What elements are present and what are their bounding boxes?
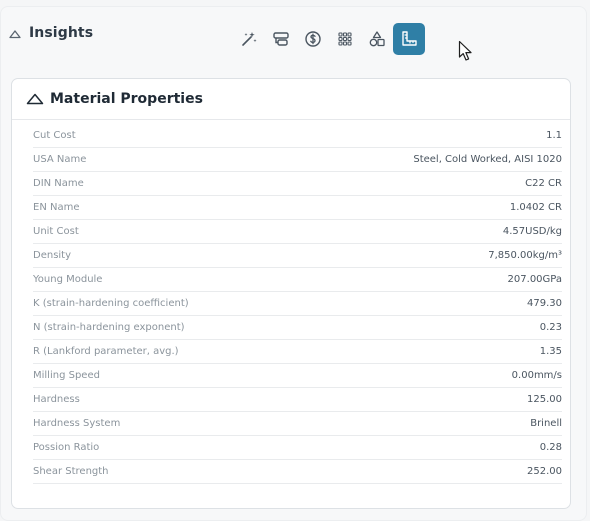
- property-value: 4.57USD/kg: [502, 226, 562, 237]
- property-row: R (Lankford parameter, avg.) 1.35: [33, 340, 562, 364]
- mouse-cursor-icon: [458, 40, 474, 66]
- property-label: Possion Ratio: [33, 442, 100, 453]
- collapse-triangle-icon[interactable]: [9, 24, 21, 43]
- property-value: 1.0402 CR: [509, 202, 562, 213]
- grid-icon: [338, 32, 352, 46]
- property-row: Shear Strength 252.00: [33, 460, 562, 484]
- insights-title: Insights: [29, 25, 94, 41]
- property-row: Young Module 207.00GPa: [33, 268, 562, 292]
- insights-header[interactable]: Insights: [9, 23, 93, 43]
- property-label: Hardness System: [33, 418, 121, 429]
- material-properties-card: Material Properties Cut Cost 1.1 USA Name S…: [11, 78, 571, 509]
- property-label: USA Name: [33, 154, 87, 165]
- property-label: Hardness: [33, 394, 80, 405]
- property-value: 0.23: [539, 322, 562, 333]
- cost-button[interactable]: [297, 23, 329, 55]
- property-row: N (strain-hardening exponent) 0.23: [33, 316, 562, 340]
- collapse-triangle-icon[interactable]: [26, 90, 44, 109]
- dollar-icon: [305, 31, 321, 47]
- property-label: N (strain-hardening exponent): [33, 322, 185, 333]
- property-label: Cut Cost: [33, 130, 76, 141]
- property-row: USA Name Steel, Cold Worked, AISI 1020: [33, 148, 562, 172]
- property-label: Young Module: [33, 274, 103, 285]
- property-row: Density 7,850.00kg/m³: [33, 244, 562, 268]
- properties-list: Cut Cost 1.1 USA Name Steel, Cold Worked, A…: [33, 124, 562, 484]
- shapes-button[interactable]: [361, 23, 393, 55]
- property-label: Unit Cost: [33, 226, 79, 237]
- property-value: 7,850.00kg/m³: [488, 250, 562, 261]
- property-row: DIN Name C22 CR: [33, 172, 562, 196]
- property-row: K (strain-hardening coefficient) 479.30: [33, 292, 562, 316]
- magic-wand-button[interactable]: [233, 23, 265, 55]
- property-label: R (Lankford parameter, avg.): [33, 346, 179, 357]
- property-label: Density: [33, 250, 72, 261]
- property-value: Brinell: [530, 418, 562, 429]
- property-value: 1.1: [546, 130, 562, 141]
- property-value: C22 CR: [525, 178, 562, 189]
- layers-button[interactable]: [265, 23, 297, 55]
- material-properties-header[interactable]: Material Properties: [12, 79, 570, 120]
- shapes-icon: [369, 31, 385, 47]
- property-value: 479.30: [527, 298, 562, 309]
- property-value: Steel, Cold Worked, AISI 1020: [413, 154, 562, 165]
- property-label: EN Name: [33, 202, 80, 213]
- layers-icon: [273, 32, 289, 46]
- property-label: K (strain-hardening coefficient): [33, 298, 189, 309]
- property-row: Possion Ratio 0.28: [33, 436, 562, 460]
- insights-toolbar: [233, 23, 425, 55]
- property-row: EN Name 1.0402 CR: [33, 196, 562, 220]
- property-label: Milling Speed: [33, 370, 100, 381]
- property-row: Hardness 125.00: [33, 388, 562, 412]
- material-properties-button[interactable]: [393, 23, 425, 55]
- property-row: Milling Speed 0.00mm/s: [33, 364, 562, 388]
- property-value: 0.28: [539, 442, 562, 453]
- card-title: Material Properties: [50, 91, 203, 107]
- property-value: 0.00mm/s: [511, 370, 562, 381]
- ruler-angle-icon: [402, 31, 417, 46]
- magic-wand-icon: [242, 32, 257, 46]
- property-value: 252.00: [527, 466, 562, 477]
- property-value: 1.35: [539, 346, 562, 357]
- property-row: Cut Cost 1.1: [33, 124, 562, 148]
- property-row: Hardness System Brinell: [33, 412, 562, 436]
- property-row: Unit Cost 4.57USD/kg: [33, 220, 562, 244]
- property-label: DIN Name: [33, 178, 84, 189]
- property-value: 207.00GPa: [507, 274, 562, 285]
- property-label: Shear Strength: [33, 466, 109, 477]
- grid-button[interactable]: [329, 23, 361, 55]
- property-value: 125.00: [527, 394, 562, 405]
